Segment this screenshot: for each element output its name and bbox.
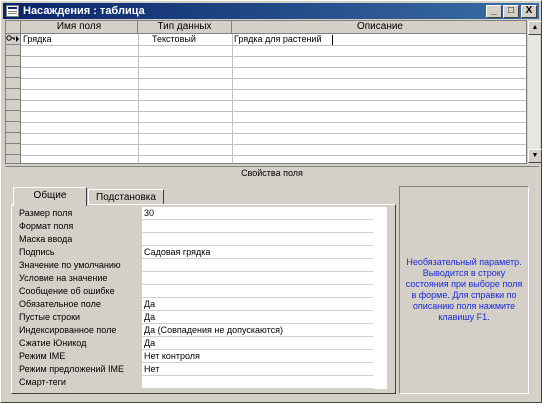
minimize-button[interactable]: _ bbox=[486, 5, 502, 18]
property-value[interactable]: Да (Совпадения не допускаются) bbox=[142, 324, 373, 337]
grid-line bbox=[21, 67, 526, 68]
property-label: Формат поля bbox=[19, 221, 74, 231]
grid-line bbox=[21, 89, 526, 90]
property-label: Обязательное поле bbox=[19, 299, 101, 309]
grid-line bbox=[21, 78, 526, 79]
property-value[interactable]: 30 bbox=[142, 207, 373, 220]
property-label: Режим предложений IME bbox=[19, 364, 124, 374]
property-label: Смарт-теги bbox=[19, 377, 66, 387]
table-design-window: Насаждения : таблица _ □ X Имя поля Тип … bbox=[0, 0, 542, 403]
cell-data-type[interactable]: Текстовый bbox=[152, 34, 231, 45]
row-selector[interactable] bbox=[6, 89, 21, 100]
grid-column-line bbox=[138, 34, 139, 163]
property-value[interactable] bbox=[142, 233, 373, 246]
grid-vertical-scrollbar[interactable]: ▲ ▼ bbox=[527, 20, 542, 164]
maximize-button[interactable]: □ bbox=[503, 5, 519, 18]
scroll-down-icon[interactable]: ▼ bbox=[528, 149, 542, 163]
property-value[interactable] bbox=[142, 220, 373, 233]
close-button[interactable]: X bbox=[521, 5, 537, 18]
property-label: Подпись bbox=[19, 247, 55, 257]
property-value[interactable] bbox=[142, 259, 373, 272]
primary-key-icon bbox=[6, 35, 19, 42]
properties-caption: Свойства поля bbox=[241, 168, 303, 178]
field-grid: Имя поля Тип данных Описание Грядка Текс… bbox=[5, 20, 527, 164]
property-label: Пустые строки bbox=[19, 312, 81, 322]
row-selector[interactable] bbox=[6, 155, 21, 163]
row-selector[interactable] bbox=[6, 100, 21, 111]
row-selector[interactable] bbox=[6, 111, 21, 122]
grid-line bbox=[21, 133, 526, 134]
grid-column-line bbox=[232, 34, 233, 163]
row-selector[interactable] bbox=[6, 144, 21, 155]
property-label: Маска ввода bbox=[19, 234, 73, 244]
property-label: Размер поля bbox=[19, 208, 73, 218]
scroll-up-icon[interactable]: ▲ bbox=[528, 21, 542, 35]
text-cursor bbox=[332, 35, 333, 45]
window-title: Насаждения : таблица bbox=[23, 5, 145, 17]
window-controls: _ □ X bbox=[485, 5, 537, 18]
column-header-description[interactable]: Описание bbox=[232, 21, 526, 34]
grid-line bbox=[21, 144, 526, 145]
property-value[interactable]: Да bbox=[142, 298, 373, 311]
grid-line bbox=[21, 122, 526, 123]
grid-line bbox=[21, 111, 526, 112]
grid-line bbox=[21, 56, 526, 57]
row-selector-1[interactable] bbox=[6, 34, 21, 45]
cell-description[interactable]: Грядка для растений bbox=[234, 34, 524, 45]
grid-line bbox=[21, 155, 526, 156]
row-selector[interactable] bbox=[6, 56, 21, 67]
row-selector[interactable] bbox=[6, 67, 21, 78]
property-value[interactable]: Садовая грядка bbox=[142, 246, 373, 259]
property-label: Значение по умолчанию bbox=[19, 260, 121, 270]
property-label: Режим IME bbox=[19, 351, 66, 361]
cell-field-name[interactable]: Грядка bbox=[23, 34, 137, 45]
grid-corner[interactable] bbox=[6, 21, 21, 34]
title-bar[interactable]: Насаждения : таблица _ □ X bbox=[3, 3, 539, 19]
row-selector[interactable] bbox=[6, 78, 21, 89]
property-value[interactable] bbox=[142, 285, 373, 298]
row-pointer-icon bbox=[16, 36, 19, 42]
row-selector[interactable] bbox=[6, 122, 21, 133]
column-header-data-type[interactable]: Тип данных bbox=[138, 21, 232, 34]
grid-line bbox=[21, 45, 526, 46]
column-header-field-name[interactable]: Имя поля bbox=[21, 21, 138, 34]
row-selector[interactable] bbox=[6, 45, 21, 56]
property-value[interactable]: Да bbox=[142, 311, 373, 324]
property-value[interactable] bbox=[142, 272, 373, 285]
row-selector[interactable] bbox=[6, 133, 21, 144]
tab-general[interactable]: Общие bbox=[13, 187, 87, 206]
property-label: Условие на значение bbox=[19, 273, 108, 283]
property-value[interactable] bbox=[142, 376, 373, 389]
property-value[interactable]: Нет контроля bbox=[142, 350, 373, 363]
property-label: Сжатие Юникод bbox=[19, 338, 87, 348]
grid-line bbox=[21, 100, 526, 101]
property-label: Индексированное поле bbox=[19, 325, 117, 335]
property-value[interactable]: Нет bbox=[142, 363, 373, 376]
property-hint: Необязательный параметр. Выводится в стр… bbox=[399, 186, 529, 394]
table-icon bbox=[6, 5, 19, 17]
property-label: Сообщение об ошибке bbox=[19, 286, 115, 296]
property-value[interactable]: Да bbox=[142, 337, 373, 350]
